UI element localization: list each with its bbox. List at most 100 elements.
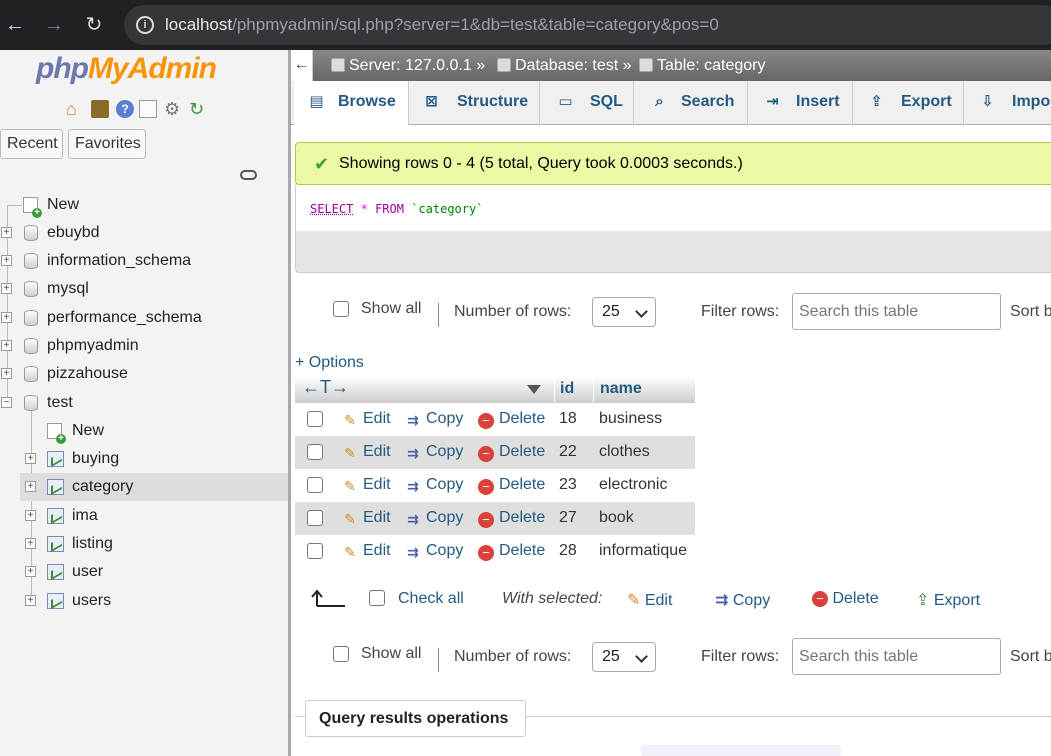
tree-table-users[interactable]: + users bbox=[20, 587, 288, 615]
phpmyadmin-logo[interactable]: phpMyAdmin bbox=[36, 52, 217, 86]
home-icon[interactable]: ⌂ bbox=[66, 100, 84, 118]
tab-sql[interactable]: ▭ SQL bbox=[540, 81, 634, 125]
delete-link[interactable]: − Delete bbox=[478, 410, 545, 429]
logout-icon[interactable] bbox=[91, 100, 109, 118]
tree-table-ima[interactable]: + ima bbox=[20, 502, 288, 530]
tree-db-mysql[interactable]: + mysql bbox=[0, 275, 288, 303]
show-all-checkbox[interactable] bbox=[333, 646, 349, 662]
tab-insert[interactable]: ⇥ Insert bbox=[748, 81, 853, 125]
forward-arrow-icon[interactable]: → bbox=[41, 12, 67, 38]
tree-table-user[interactable]: + user bbox=[20, 558, 288, 586]
pencil-icon: ✎ bbox=[344, 511, 356, 527]
url-text[interactable]: localhost/phpmyadmin/sql.php?server=1&db… bbox=[165, 15, 719, 35]
expand-icon[interactable]: + bbox=[1, 227, 12, 238]
delete-link[interactable]: − Delete bbox=[478, 476, 545, 495]
tab-export[interactable]: ⇪ Export bbox=[853, 81, 964, 125]
edit-link[interactable]: ✎ Edit bbox=[342, 443, 390, 461]
tree-table-buying[interactable]: + buying bbox=[20, 445, 288, 473]
reload-nav-icon[interactable]: ↻ bbox=[189, 100, 207, 118]
breadcrumb-table[interactable]: Table: category bbox=[639, 50, 766, 81]
copy-link[interactable]: ⇉ Copy bbox=[405, 410, 463, 428]
filter-rows-input[interactable] bbox=[792, 293, 1001, 330]
tree-db-ebuybd[interactable]: + ebuybd bbox=[0, 219, 288, 247]
tree-table-category[interactable]: + category bbox=[20, 473, 288, 501]
show-all-checkbox[interactable] bbox=[333, 301, 349, 317]
database-icon bbox=[497, 58, 511, 72]
delete-link[interactable]: − Delete bbox=[478, 443, 545, 462]
bulk-edit-button[interactable]: ✎ Edit bbox=[627, 590, 672, 610]
reload-icon[interactable]: ↻ bbox=[81, 12, 107, 38]
collapse-nav-icon[interactable]: ← bbox=[291, 50, 313, 81]
row-checkbox[interactable] bbox=[307, 543, 323, 559]
delete-link[interactable]: − Delete bbox=[478, 509, 545, 528]
number-of-rows-select[interactable]: 25 bbox=[592, 642, 656, 672]
expand-icon[interactable]: + bbox=[25, 481, 36, 492]
expand-icon[interactable]: + bbox=[1, 368, 12, 379]
sort-dropdown-icon[interactable] bbox=[527, 385, 541, 394]
expand-icon[interactable]: + bbox=[1, 283, 12, 294]
favorites-tab[interactable]: Favorites bbox=[68, 129, 146, 159]
copy-link[interactable]: ⇉ Copy bbox=[405, 542, 463, 560]
browser-toolbar: ← → ↻ i localhost/phpmyadmin/sql.php?ser… bbox=[0, 0, 1051, 50]
column-header-id[interactable]: id bbox=[560, 380, 574, 398]
copy-link[interactable]: ⇉ Copy bbox=[405, 476, 463, 494]
tree-db-phpmyadmin[interactable]: + phpmyadmin bbox=[0, 332, 288, 360]
sort-by-label: Sort b bbox=[1010, 648, 1051, 665]
edit-link[interactable]: ✎ Edit bbox=[342, 410, 390, 428]
column-arrows-icon[interactable]: ←T→ bbox=[302, 377, 349, 398]
check-all-label[interactable]: Check all bbox=[398, 590, 464, 608]
recent-tab[interactable]: Recent bbox=[0, 129, 63, 159]
expand-icon[interactable]: + bbox=[25, 538, 36, 549]
expand-icon[interactable]: + bbox=[1, 340, 12, 351]
tree-db-test[interactable]: − test bbox=[0, 389, 288, 417]
docs-icon[interactable] bbox=[139, 100, 157, 118]
sql-query-text[interactable]: SELECT * FROM `category` bbox=[296, 185, 1051, 231]
collapse-icon[interactable]: − bbox=[1, 397, 12, 408]
tab-import[interactable]: ⇩ Impo bbox=[964, 81, 1051, 125]
bulk-export-button[interactable]: ⇪ Export bbox=[916, 590, 980, 610]
filter-rows-label: Filter rows: bbox=[701, 303, 780, 320]
tree-db-information-schema[interactable]: + information_schema bbox=[0, 247, 288, 275]
expand-icon[interactable]: + bbox=[25, 510, 36, 521]
info-icon[interactable]: i bbox=[136, 16, 154, 34]
edit-link[interactable]: ✎ Edit bbox=[342, 476, 390, 494]
tree-db-pizzahouse[interactable]: + pizzahouse bbox=[0, 360, 288, 388]
tab-structure[interactable]: ⊠ Structure bbox=[409, 81, 540, 125]
link-with-main-panel-icon[interactable] bbox=[240, 170, 257, 180]
column-header-name[interactable]: name bbox=[600, 380, 642, 398]
row-checkbox[interactable] bbox=[307, 411, 323, 427]
tab-search[interactable]: ⌕ Search bbox=[634, 81, 748, 125]
edit-link[interactable]: ✎ Edit bbox=[342, 542, 390, 560]
settings-gear-icon[interactable]: ⚙ bbox=[164, 100, 182, 118]
query-results-operations-heading[interactable]: Query results operations bbox=[305, 700, 526, 737]
breadcrumb-database[interactable]: Database: test » bbox=[497, 50, 632, 81]
help-icon[interactable]: ? bbox=[116, 100, 134, 118]
row-checkbox[interactable] bbox=[307, 444, 323, 460]
back-arrow-icon[interactable]: ← bbox=[2, 12, 28, 38]
tab-browse[interactable]: ▤ Browse bbox=[294, 81, 409, 126]
table-row: ✎ Edit ⇉ Copy − Delete 23 electronic bbox=[295, 469, 695, 502]
delete-link[interactable]: − Delete bbox=[478, 542, 545, 561]
check-all-checkbox[interactable] bbox=[369, 590, 385, 606]
row-checkbox[interactable] bbox=[307, 510, 323, 526]
edit-link[interactable]: ✎ Edit bbox=[342, 509, 390, 527]
expand-icon[interactable]: + bbox=[25, 595, 36, 606]
copy-link[interactable]: ⇉ Copy bbox=[405, 443, 463, 461]
tree-new-table[interactable]: New bbox=[20, 417, 288, 445]
bulk-copy-button[interactable]: ⇉ Copy bbox=[715, 590, 770, 610]
bulk-delete-button[interactable]: − Delete bbox=[812, 590, 879, 608]
copy-link[interactable]: ⇉ Copy bbox=[405, 509, 463, 527]
expand-icon[interactable]: + bbox=[1, 312, 12, 323]
filter-rows-input[interactable] bbox=[792, 638, 1001, 675]
expand-icon[interactable]: + bbox=[1, 255, 12, 266]
number-of-rows-select[interactable]: 25 bbox=[592, 297, 656, 327]
tree-db-performance-schema[interactable]: + performance_schema bbox=[0, 304, 288, 332]
breadcrumb-server[interactable]: Server: 127.0.0.1 » bbox=[331, 50, 485, 81]
row-checkbox[interactable] bbox=[307, 477, 323, 493]
options-link[interactable]: + Options bbox=[295, 354, 364, 372]
expand-icon[interactable]: + bbox=[25, 453, 36, 464]
tree-table-listing[interactable]: + listing bbox=[20, 530, 288, 558]
tree-new-database[interactable]: New bbox=[0, 191, 288, 219]
expand-icon[interactable]: + bbox=[25, 566, 36, 577]
address-bar[interactable]: i localhost/phpmyadmin/sql.php?server=1&… bbox=[124, 5, 1051, 45]
